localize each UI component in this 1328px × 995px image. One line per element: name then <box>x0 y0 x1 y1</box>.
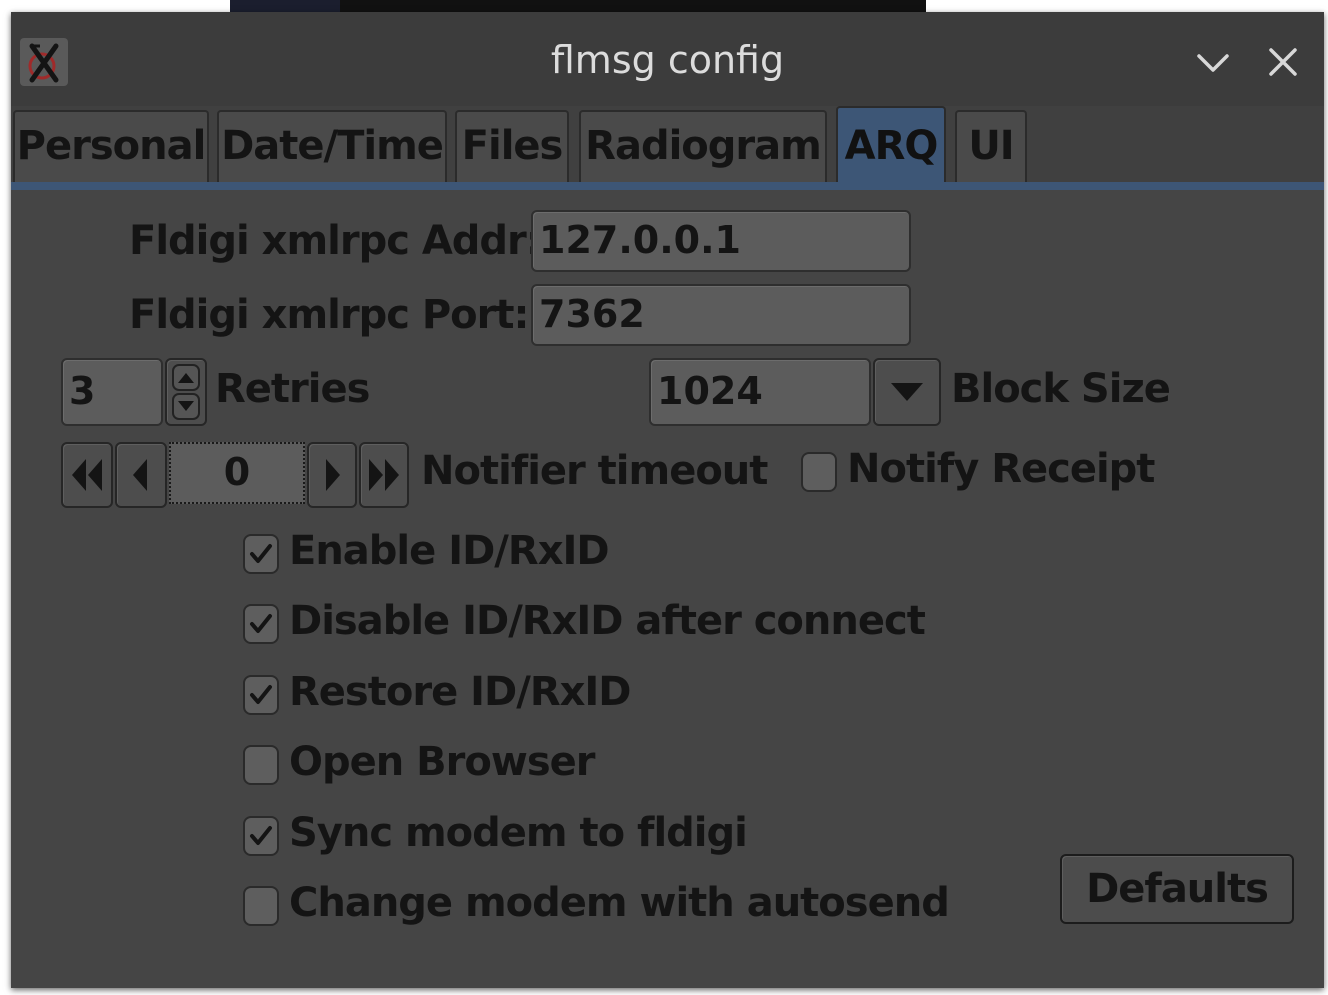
checkmark-icon <box>250 544 272 563</box>
retries-label: Retries <box>215 366 370 412</box>
tab-files[interactable]: Files <box>455 110 569 182</box>
xmlrpc-port-label: Fldigi xmlrpc Port: <box>129 292 529 338</box>
close-icon[interactable] <box>1263 42 1303 82</box>
double-left-arrow-icon <box>72 459 102 491</box>
tab-bar: Personal Date/Time Files Radiogram ARQ U… <box>11 106 1324 190</box>
config-window: flmsg config Personal Date/Time Files Ra… <box>11 12 1324 988</box>
left-arrow-icon <box>133 459 147 491</box>
retries-spinner[interactable] <box>165 358 207 426</box>
double-right-arrow-icon <box>369 459 399 491</box>
open-browser-checkbox[interactable] <box>243 745 279 785</box>
desktop-strip-segment <box>230 0 340 12</box>
counter-increment-fast-button[interactable] <box>359 442 409 508</box>
checkmark-icon <box>250 685 272 704</box>
xmlrpc-addr-input[interactable]: 127.0.0.1 <box>531 210 911 272</box>
tab-underline <box>11 182 1324 190</box>
disable-id-rxid-label: Disable ID/RxID after connect <box>289 598 926 644</box>
checkmark-icon <box>250 826 272 845</box>
title-bar[interactable]: flmsg config <box>11 12 1324 107</box>
counter-decrement-button[interactable] <box>115 442 167 508</box>
tab-ui[interactable]: UI <box>955 110 1027 182</box>
counter-decrement-fast-button[interactable] <box>61 442 113 508</box>
enable-id-rxid-checkbox[interactable] <box>243 534 279 574</box>
retries-input[interactable]: 3 <box>61 358 163 426</box>
chevron-down-icon[interactable] <box>1193 42 1233 82</box>
tab-arq[interactable]: ARQ <box>836 106 946 186</box>
spinner-arrows-icon <box>172 364 200 420</box>
enable-id-rxid-label: Enable ID/RxID <box>289 528 610 574</box>
block-size-select[interactable]: 1024 <box>649 358 871 426</box>
change-modem-autosend-label: Change modem with autosend <box>289 880 950 926</box>
defaults-button[interactable]: Defaults <box>1060 854 1294 924</box>
block-size-dropdown-button[interactable] <box>873 358 941 426</box>
xmlrpc-port-input[interactable]: 7362 <box>531 284 911 346</box>
sync-modem-checkbox[interactable] <box>243 816 279 856</box>
triangle-down-icon <box>891 383 923 401</box>
tab-radiogram[interactable]: Radiogram <box>579 110 827 182</box>
window-title: flmsg config <box>550 38 785 82</box>
right-arrow-icon <box>326 459 340 491</box>
notify-receipt-checkbox[interactable] <box>801 452 837 492</box>
notifier-timeout-input[interactable]: 0 <box>169 442 305 504</box>
restore-id-rxid-label: Restore ID/RxID <box>289 669 632 715</box>
sync-modem-label: Sync modem to fldigi <box>289 810 748 856</box>
notify-receipt-label: Notify Receipt <box>847 446 1155 492</box>
counter-increment-button[interactable] <box>307 442 357 508</box>
arq-panel: Fldigi xmlrpc Addr: 127.0.0.1 Fldigi xml… <box>11 190 1324 988</box>
restore-id-rxid-checkbox[interactable] <box>243 675 279 715</box>
tab-personal[interactable]: Personal <box>13 110 209 182</box>
block-size-label: Block Size <box>951 366 1171 412</box>
notifier-timeout-label: Notifier timeout <box>421 448 768 494</box>
desktop-strip <box>0 0 1328 12</box>
open-browser-label: Open Browser <box>289 739 595 785</box>
disable-id-rxid-checkbox[interactable] <box>243 604 279 644</box>
desktop-strip-segment <box>340 0 926 12</box>
tab-date-time[interactable]: Date/Time <box>217 110 447 182</box>
checkmark-icon <box>250 614 272 633</box>
xmlrpc-addr-label: Fldigi xmlrpc Addr: <box>129 218 542 264</box>
screen: flmsg config Personal Date/Time Files Ra… <box>0 0 1328 995</box>
change-modem-autosend-checkbox[interactable] <box>243 886 279 926</box>
